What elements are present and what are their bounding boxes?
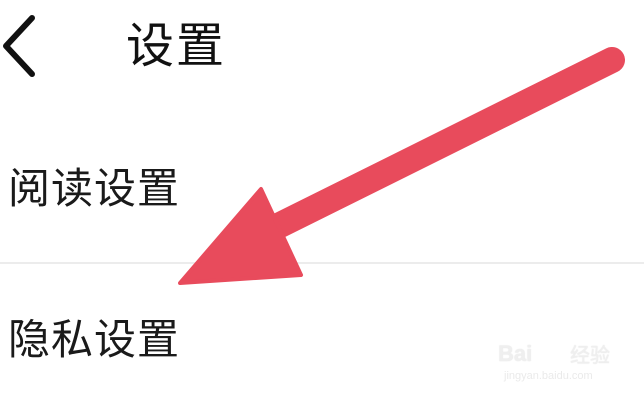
menu-item-reading-settings[interactable]: 阅读设置: [0, 130, 644, 260]
chevron-left-icon: [3, 15, 35, 77]
page-title: 设置: [126, 18, 227, 74]
menu-item-privacy-settings[interactable]: 隐私设置: [0, 266, 644, 396]
settings-screen: 设置 阅读设置 隐私设置 Bai 经验 jingyan.baidu.com: [0, 0, 644, 401]
divider: [0, 262, 644, 264]
menu-item-label: 隐私设置: [8, 315, 181, 364]
back-button[interactable]: [0, 14, 50, 78]
header-bar: 设置: [0, 0, 644, 100]
menu-item-label: 阅读设置: [8, 164, 181, 213]
